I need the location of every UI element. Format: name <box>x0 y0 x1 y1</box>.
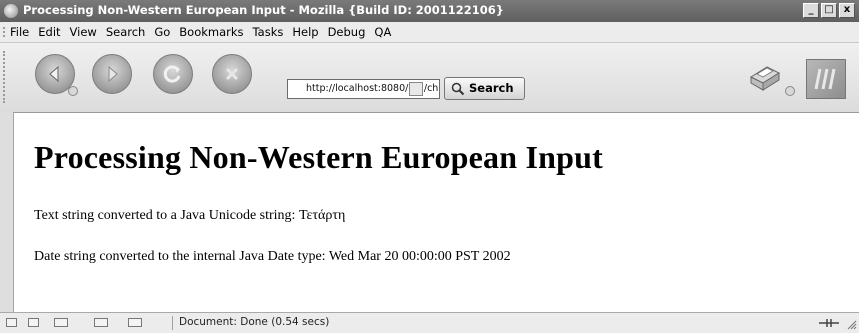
back-history-dropdown[interactable] <box>68 86 78 96</box>
status-divider <box>172 316 173 330</box>
menu-view[interactable]: View <box>70 25 97 39</box>
online-status-icon[interactable] <box>818 318 840 328</box>
mozilla-app-icon <box>4 4 18 18</box>
chat-icon[interactable] <box>128 318 142 327</box>
back-icon <box>49 65 59 83</box>
sidebar-toggle-strip[interactable] <box>0 112 14 312</box>
menu-help[interactable]: Help <box>292 25 318 39</box>
menubar-grip[interactable] <box>3 27 9 37</box>
status-text: Document: Done (0.54 secs) <box>179 316 330 328</box>
minimize-button[interactable]: _ <box>803 3 819 18</box>
page-heading: Processing Non-Western European Input <box>34 139 603 175</box>
toolbar-grip[interactable] <box>3 51 9 103</box>
window-controls: _ □ x <box>803 3 855 18</box>
date-result-value: Wed Mar 20 00:00:00 PST 2002 <box>328 249 511 264</box>
search-button-label: Search <box>469 81 514 95</box>
mail-icon[interactable] <box>28 318 39 327</box>
menu-file[interactable]: File <box>10 25 29 39</box>
menu-qa[interactable]: QA <box>374 25 391 39</box>
stop-button[interactable] <box>212 54 252 94</box>
date-result-label: Date string converted to the internal Ja… <box>34 249 329 264</box>
print-dropdown[interactable] <box>785 86 795 96</box>
menu-debug[interactable]: Debug <box>328 25 366 39</box>
composer-icon[interactable] <box>54 318 68 327</box>
menu-tasks[interactable]: Tasks <box>253 25 284 39</box>
reload-button[interactable] <box>153 54 193 94</box>
resize-grip-icon[interactable] <box>847 320 857 330</box>
addressbook-icon[interactable] <box>94 318 108 327</box>
menu-go[interactable]: Go <box>154 25 170 39</box>
unicode-result-label: Text string converted to a Java Unicode … <box>34 208 299 223</box>
throbber-icon[interactable] <box>806 59 846 99</box>
title-bar: Processing Non-Western European Input - … <box>0 0 859 22</box>
menu-bar: File Edit View Search Go Bookmarks Tasks… <box>0 22 859 42</box>
menu-search[interactable]: Search <box>106 25 146 39</box>
menu-edit[interactable]: Edit <box>38 25 60 39</box>
unicode-result-value: Τετάρτη <box>298 208 346 223</box>
page-content: Processing Non-Western European Input Te… <box>14 112 859 312</box>
forward-button[interactable] <box>92 54 132 94</box>
print-icon[interactable] <box>745 63 783 95</box>
reload-icon <box>163 65 181 83</box>
menu-bookmarks[interactable]: Bookmarks <box>179 25 243 39</box>
unicode-result-line: Text string converted to a Java Unicode … <box>34 208 345 224</box>
maximize-button[interactable]: □ <box>821 3 837 18</box>
stop-icon <box>225 67 239 81</box>
url-dropdown-button[interactable] <box>409 82 423 96</box>
search-icon <box>451 82 465 96</box>
navigation-toolbar: http://localhost:8080/ora/ch13/process_n… <box>0 42 859 112</box>
browser-window: Processing Non-Western European Input - … <box>0 0 859 333</box>
date-result-line: Date string converted to the internal Ja… <box>34 249 511 265</box>
navigator-icon[interactable] <box>6 318 17 327</box>
search-button[interactable]: Search <box>444 77 525 100</box>
status-bar: Document: Done (0.54 secs) <box>0 312 859 333</box>
forward-icon <box>108 65 118 83</box>
window-title: Processing Non-Western European Input - … <box>23 3 504 17</box>
close-button[interactable]: x <box>839 3 855 18</box>
